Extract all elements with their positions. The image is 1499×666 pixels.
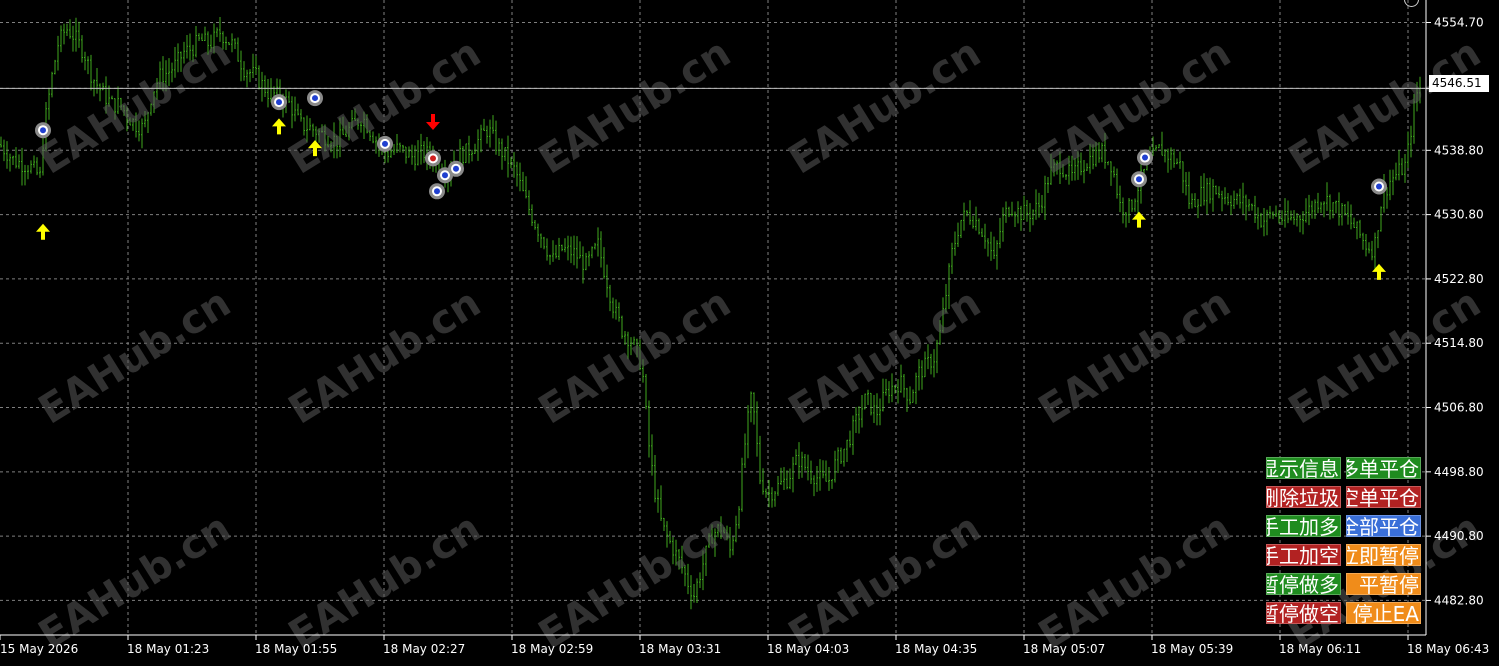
x-tick-label: 18 May 06:43 (1407, 642, 1489, 656)
watermark-text: EAHub.cn (531, 30, 739, 184)
x-tick-label: 18 May 01:23 (127, 642, 209, 656)
panel-button-2[interactable]: 多单平仓 (1346, 457, 1421, 479)
y-tick-label: 4482.80 (1434, 593, 1484, 607)
y-tick-label: 4554.70 (1434, 16, 1484, 30)
x-tick-label: 18 May 05:39 (1151, 642, 1233, 656)
buy-arrow-icon (36, 223, 50, 240)
watermark-text: EAHub.cn (531, 280, 739, 434)
panel-button-label: 全部平仓 (1346, 515, 1419, 537)
panel-button-label: 显示信息 (1266, 457, 1339, 479)
y-tick-label: 4490.80 (1434, 529, 1484, 543)
x-tick-label: 15 May 2026 (0, 642, 78, 656)
panel-button-10[interactable]: 平暂停 (1346, 573, 1421, 595)
x-tick-label: 18 May 02:59 (511, 642, 593, 656)
price-chart[interactable]: EAHub.cn EAHub.cn EAHub.cn EAHub.cn EAHub.cn… (0, 0, 1499, 666)
watermark-text: EAHub.cn (31, 30, 239, 184)
panel-button-label: 暂停做空 (1266, 602, 1339, 624)
x-tick-label: 18 May 01:55 (255, 642, 337, 656)
panel-button-5[interactable]: 手工加多 (1266, 515, 1341, 537)
panel-button-3[interactable]: 删除垃圾 (1266, 486, 1341, 508)
panel-button-label: 暂停做多 (1266, 573, 1339, 595)
watermark-text: EAHub.cn (1031, 280, 1239, 434)
x-tick-label: 18 May 03:31 (639, 642, 721, 656)
y-tick-label: 4514.80 (1434, 336, 1484, 350)
panel-button-label: 空单平仓 (1346, 486, 1419, 508)
sell-arrow-icon (426, 113, 440, 130)
x-tick-label: 18 May 04:35 (895, 642, 977, 656)
watermark-text: EAHub.cn (281, 280, 489, 434)
order-marker-icon (1371, 178, 1387, 195)
panel-button-label: 立即暂停 (1346, 544, 1419, 566)
buy-arrow-icon (1372, 263, 1386, 280)
order-marker-icon (429, 183, 445, 200)
order-marker-icon (377, 135, 393, 152)
watermark-text: EAHub.cn (1031, 30, 1239, 184)
y-tick-label: 4522.80 (1434, 272, 1484, 286)
order-marker-icon (307, 90, 323, 107)
order-marker-icon (1137, 149, 1153, 166)
panel-button-label: 手工加多 (1266, 515, 1339, 537)
order-marker-icon (35, 122, 51, 139)
panel-button-9[interactable]: 暂停做多 (1266, 573, 1341, 595)
panel-button-label: 多单平仓 (1346, 457, 1419, 479)
y-tick-label: 4538.80 (1434, 143, 1484, 157)
panel-button-label: 停止EA (1352, 602, 1419, 624)
order-marker-icon (448, 160, 464, 177)
panel-button-1[interactable]: 显示信息 (1266, 457, 1341, 479)
trade-signals (35, 90, 1387, 280)
watermark-text: EAHub.cn (781, 280, 989, 434)
panel-button-7[interactable]: 手工加空 (1266, 544, 1341, 566)
buy-arrow-icon (272, 118, 286, 135)
x-tick-label: 18 May 04:03 (767, 642, 849, 656)
order-marker-icon (1131, 171, 1147, 188)
y-tick-label: 4506.80 (1434, 401, 1484, 415)
panel-button-6[interactable]: 全部平仓 (1346, 515, 1421, 537)
panel-button-11[interactable]: 暂停做空 (1266, 602, 1341, 624)
y-tick-label: 4498.80 (1434, 465, 1484, 479)
current-price-label: 4546.51 (1429, 75, 1489, 92)
watermark-text: EAHub.cn (1281, 30, 1489, 184)
y-tick-label: 4530.80 (1434, 208, 1484, 222)
panel-button-label: 平暂停 (1359, 573, 1419, 595)
order-marker-icon (271, 94, 287, 111)
watermark-text: EAHub.cn (781, 30, 989, 184)
x-tick-label: 18 May 06:11 (1279, 642, 1361, 656)
order-marker-icon (425, 150, 441, 167)
x-tick-label: 18 May 02:27 (383, 642, 465, 656)
watermark-text: EAHub.cn (31, 280, 239, 434)
panel-button-label: 删除垃圾 (1266, 486, 1339, 508)
panel-button-12[interactable]: 停止EA (1346, 602, 1421, 624)
x-tick-label: 18 May 05:07 (1023, 642, 1105, 656)
buy-arrow-icon (1132, 211, 1146, 228)
panel-button-label: 手工加空 (1266, 544, 1339, 566)
panel-button-8[interactable]: 立即暂停 (1346, 544, 1421, 566)
panel-button-4[interactable]: 空单平仓 (1346, 486, 1421, 508)
